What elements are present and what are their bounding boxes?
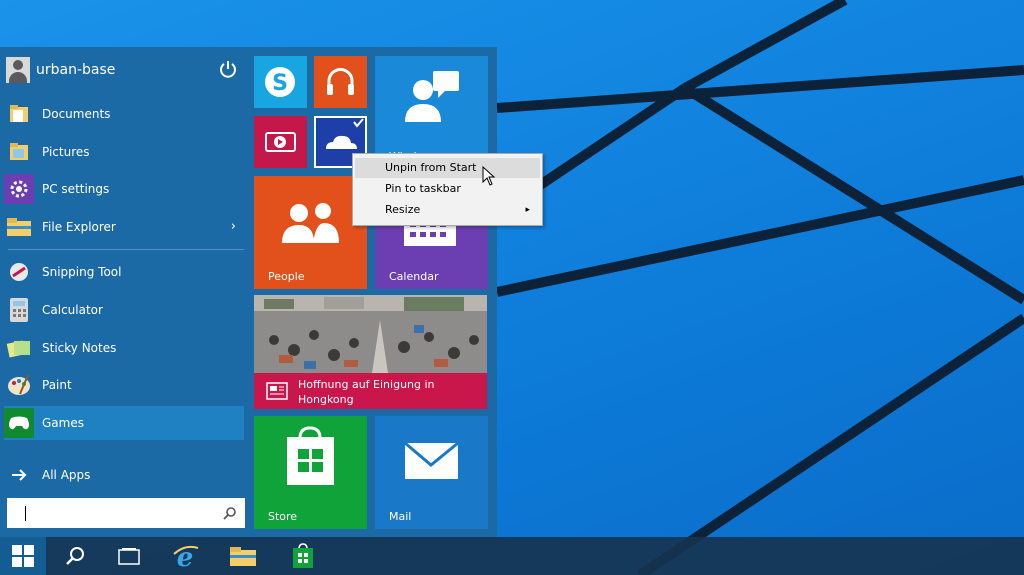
all-apps-button[interactable]: All Apps [4,458,244,492]
menu-item-calculator[interactable]: Calculator [4,293,244,327]
tile-people[interactable]: People [254,176,367,289]
taskbar-file-explorer[interactable] [220,537,266,575]
calculator-icon [4,295,34,325]
power-icon [220,61,236,78]
start-menu: urban-base Documents Pictures PC setting… [0,47,497,537]
tile-mail[interactable]: Mail [375,416,488,529]
submenu-arrow-icon: ▸ [525,205,530,215]
menu-item-pin-to-taskbar[interactable]: Pin to taskbar [355,179,540,199]
text-caret [25,506,26,521]
arrow-right-icon [4,460,34,490]
user-account[interactable]: urban-base [6,55,244,85]
tile-music[interactable] [314,56,367,108]
menu-item-pc-settings[interactable]: PC settings [4,172,244,206]
mail-envelope-icon [404,441,459,479]
search-icon [66,547,84,565]
start-button[interactable] [0,537,46,575]
menu-item-label: Sticky Notes [42,341,117,355]
internet-explorer-icon: e [173,543,199,570]
menu-item-unpin-from-start[interactable]: Unpin from Start [355,158,540,178]
menu-item-file-explorer[interactable]: File Explorer › [4,210,244,244]
taskbar-internet-explorer[interactable]: e [162,537,208,575]
tile-context-menu: Unpin from Start Pin to taskbar Resize ▸ [352,153,543,226]
menu-item-paint[interactable]: Paint [4,368,244,402]
tile-store[interactable]: Store [254,416,367,529]
menu-item-label: File Explorer [42,220,116,234]
mouse-cursor-icon [482,166,496,186]
menu-item-documents[interactable]: Documents [4,97,244,131]
store-bag-icon [287,426,334,485]
people-support-icon [405,71,459,122]
tile-label: Calendar [389,270,439,283]
news-headline: Hoffnung auf Einigung in Hongkong [298,378,435,406]
user-name: urban-base [36,62,116,78]
tile-video[interactable] [254,116,307,168]
skype-icon: S [265,67,295,97]
menu-item-snipping-tool[interactable]: Snipping Tool [4,255,244,289]
games-controller-icon [4,408,34,438]
taskbar: e [0,537,1024,575]
menu-item-label: Pictures [42,145,90,159]
paint-icon [4,370,34,400]
chevron-right-icon[interactable]: › [231,219,236,234]
menu-item-label: Games [42,416,84,430]
divider [8,249,244,250]
start-left-pane: urban-base Documents Pictures PC setting… [0,47,248,537]
all-apps-label: All Apps [42,468,91,482]
menu-item-resize[interactable]: Resize ▸ [355,200,540,220]
news-photo [254,295,487,373]
snipping-tool-icon [4,257,34,287]
context-item-label: Pin to taskbar [385,182,461,195]
task-view-button[interactable] [106,537,152,575]
tile-news[interactable]: Hoffnung auf Einigung in Hongkong [254,295,487,409]
menu-item-pictures[interactable]: Pictures [4,135,244,169]
menu-item-label: Calculator [42,303,103,317]
svg-text:S: S [272,71,288,96]
gear-icon [4,174,34,204]
windows-logo-icon [12,545,34,567]
search-icon[interactable] [223,506,237,520]
news-caption: Hoffnung auf Einigung in Hongkong [254,373,487,409]
menu-item-games[interactable]: Games [4,406,244,440]
file-explorer-icon [230,547,256,566]
menu-item-label: Documents [42,107,111,121]
context-item-label: Resize [385,203,421,216]
documents-folder-icon [4,99,34,129]
news-icon [266,382,288,400]
menu-item-label: Paint [42,378,72,392]
menu-item-sticky-notes[interactable]: Sticky Notes [4,331,244,365]
taskbar-store[interactable] [280,537,326,575]
menu-item-label: Snipping Tool [42,265,122,279]
people-icon [282,203,339,243]
context-item-label: Unpin from Start [385,161,477,174]
store-bag-icon [293,543,313,568]
pictures-folder-icon [4,137,34,167]
tile-skype[interactable]: S [254,56,307,108]
tile-label: Store [268,510,298,523]
file-explorer-icon [4,212,34,242]
taskbar-search-button[interactable] [52,537,98,575]
tile-label: Mail [389,510,412,523]
menu-item-label: PC settings [42,182,110,196]
tile-label: People [268,270,305,283]
sticky-notes-icon [4,333,34,363]
power-button[interactable] [216,57,240,81]
headphones-icon [327,68,354,95]
video-icon [265,132,296,152]
avatar [6,57,30,83]
search-input[interactable] [7,498,245,528]
task-view-icon [118,548,140,565]
